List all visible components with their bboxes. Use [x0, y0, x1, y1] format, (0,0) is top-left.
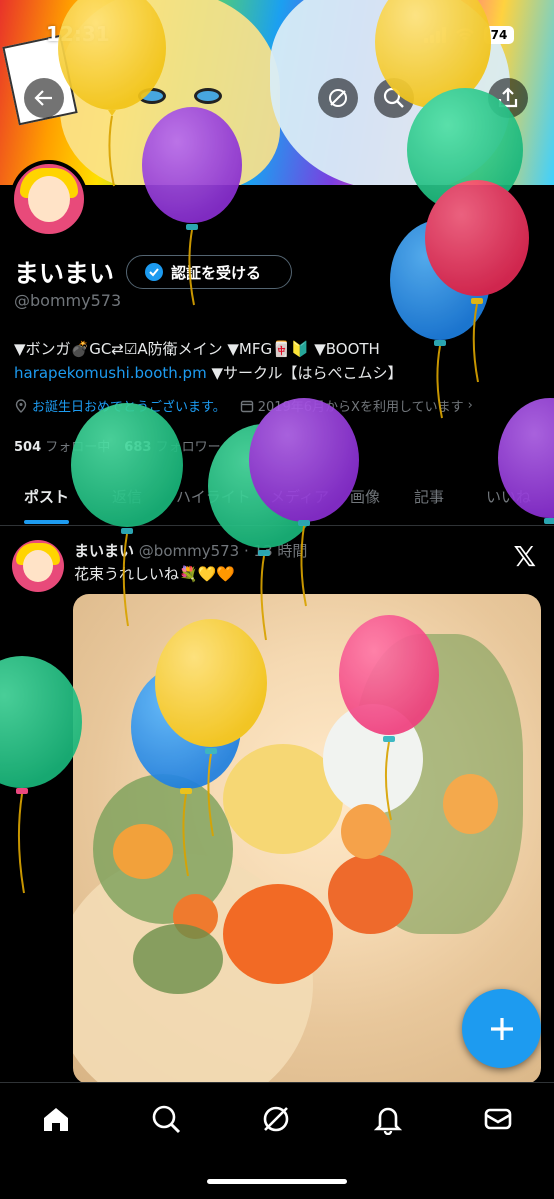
post-handle: @bommy573: [138, 542, 240, 560]
share-icon: [498, 87, 518, 108]
home-indicator: [207, 1179, 347, 1184]
search-icon: [152, 1105, 181, 1134]
birthday-text: お誕生日おめでとうございます。: [32, 400, 226, 415]
calendar-icon: [240, 400, 253, 412]
tab-replies[interactable]: 返信: [112, 470, 142, 523]
bio-line-1: ▼ボンガ💣GC⇄☑A防衛メイン ▼MFG🀄🔰 ▼BOOTH: [14, 340, 380, 358]
profile-meta: お誕生日おめでとうございます。 2019年6月からXを利用しています ›: [14, 396, 473, 415]
bell-icon: [373, 1107, 403, 1135]
bio-line-2: harapekomushi.booth.pm ▼サークル【はらぺこムシ】: [14, 362, 403, 383]
wifi-icon: [456, 28, 474, 41]
nav-grok[interactable]: [258, 1101, 294, 1137]
get-verified-label: 認証を受ける: [171, 263, 262, 282]
nav-messages[interactable]: [480, 1101, 516, 1137]
followers-link[interactable]: 683 フォロワー: [124, 436, 220, 455]
nav-explore[interactable]: [148, 1101, 184, 1137]
status-bar: 12:31 74: [0, 0, 554, 70]
status-time: 12:31: [46, 22, 110, 46]
birthday-item[interactable]: お誕生日おめでとうございます。: [14, 396, 226, 415]
verified-badge-icon: [145, 263, 163, 281]
tab-images[interactable]: 画像: [350, 470, 380, 523]
post-time: · 13 時間: [244, 542, 308, 560]
profile-tabs: ポスト 返信 ハイライト メディア 画像 記事 いいね: [0, 470, 554, 526]
get-verified-button[interactable]: 認証を受ける: [126, 255, 292, 289]
bio-line-2-text: ▼サークル【はらぺこムシ】: [206, 364, 403, 382]
compose-button[interactable]: [462, 989, 541, 1068]
chevron-right-icon: ›: [467, 398, 473, 413]
following-link[interactable]: 504 フォロー中: [14, 436, 110, 455]
banner-eye: [194, 88, 222, 104]
post-header: まいまい @bommy573 · 13 時間: [74, 540, 307, 561]
location-pin-icon: [15, 398, 27, 413]
battery-indicator: 74: [484, 26, 514, 44]
post-text: 花束うれしいね💐💛🧡: [74, 565, 236, 583]
grok-icon: [263, 1106, 289, 1132]
tab-highlights[interactable]: ハイライト: [176, 470, 251, 523]
tab-posts[interactable]: ポスト: [24, 470, 70, 524]
post-author[interactable]: まいまい: [74, 542, 134, 560]
share-button[interactable]: [488, 78, 528, 118]
arrow-left-icon: [34, 90, 52, 106]
search-button[interactable]: [374, 78, 414, 118]
nav-home[interactable]: [38, 1101, 74, 1137]
mail-icon: [484, 1108, 512, 1130]
profile-handle: @bommy573: [14, 291, 122, 310]
follow-stats: 504 フォロー中 683 フォロワー: [14, 436, 221, 455]
joined-item[interactable]: 2019年6月からXを利用しています ›: [240, 396, 473, 415]
tab-articles[interactable]: 記事: [414, 470, 444, 523]
nav-notifications[interactable]: [370, 1101, 406, 1137]
profile-avatar[interactable]: [10, 160, 88, 238]
joined-text: 2019年6月からXを利用しています: [257, 400, 464, 415]
back-button[interactable]: [24, 78, 64, 118]
grok-button[interactable]: [318, 78, 358, 118]
search-icon: [383, 87, 404, 108]
bio-link[interactable]: harapekomushi.booth.pm: [14, 364, 207, 382]
x-logo-icon: 𝕏: [513, 540, 536, 573]
home-icon: [44, 1108, 68, 1131]
tab-media[interactable]: メディア: [270, 470, 329, 523]
post-avatar[interactable]: [12, 540, 64, 592]
grok-icon: [329, 89, 347, 107]
plus-icon: [490, 1017, 513, 1040]
display-name: まいまい: [14, 259, 115, 288]
signal-icon: [424, 27, 446, 43]
tab-likes[interactable]: いいね: [486, 470, 531, 523]
banner-eye: [138, 88, 166, 104]
status-icons: 74: [424, 26, 514, 44]
